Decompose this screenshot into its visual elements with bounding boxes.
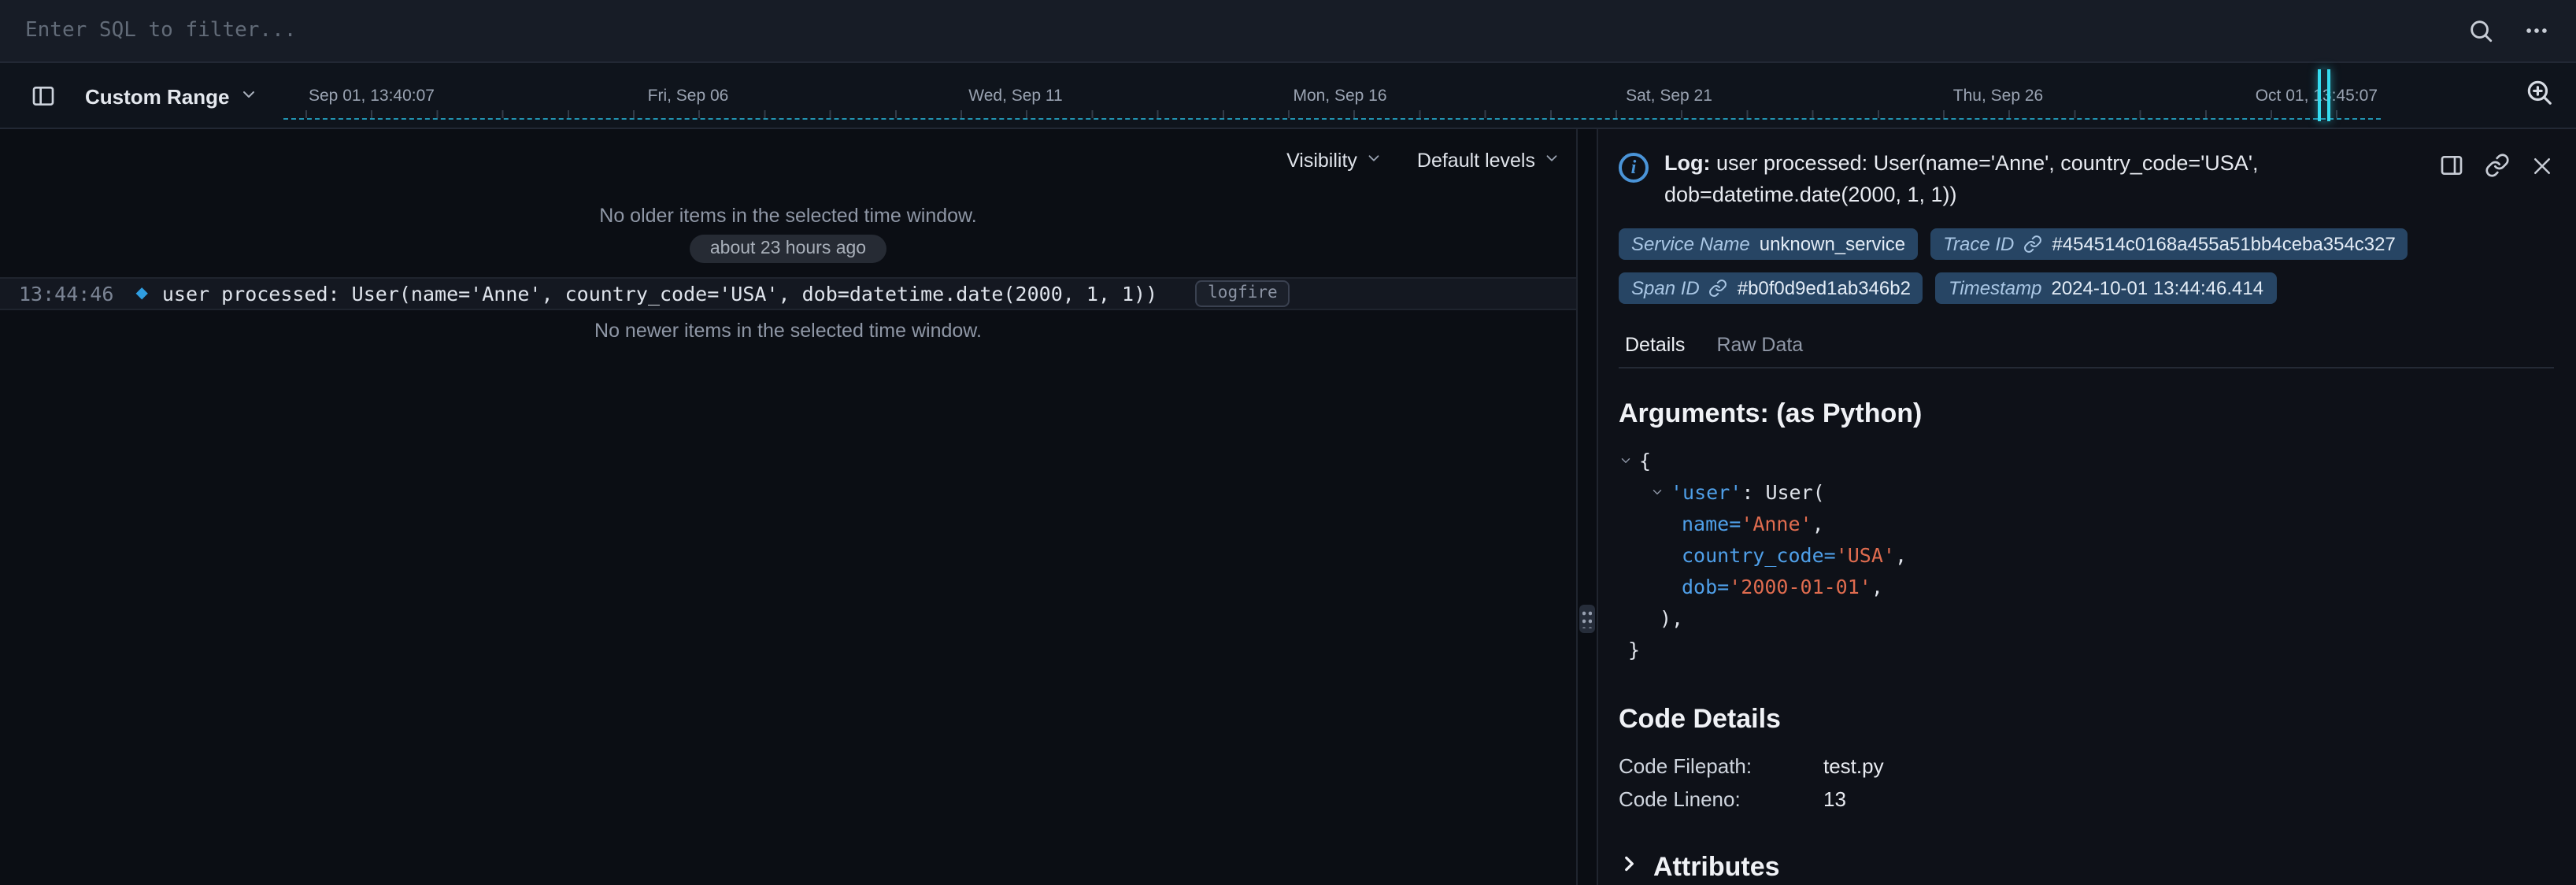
timeline-bar: Custom Range Sep 01, 13:40:07 Fri, Sep 0… (0, 63, 2576, 129)
code-line: 'user': User( (1650, 476, 2554, 507)
app-root: Custom Range Sep 01, 13:40:07 Fri, Sep 0… (0, 0, 2576, 885)
code-lineno-row: Code Lineno: 13 (1619, 783, 2554, 816)
default-levels-dropdown[interactable]: Default levels (1417, 150, 1560, 172)
collapse-caret-icon[interactable] (1650, 484, 1664, 498)
link-icon (2023, 235, 2042, 254)
detail-title-text: user processed: User(name='Anne', countr… (1664, 151, 2259, 206)
close-icon[interactable] (2530, 153, 2554, 178)
timeline-label-end: Oct 01, 13:45:07 (2256, 87, 2378, 106)
main-content: Visibility Default levels No older items… (0, 129, 2576, 885)
visibility-label: Visibility (1286, 150, 1357, 172)
time-range-label: Custom Range (85, 84, 229, 108)
visibility-dropdown[interactable]: Visibility (1286, 150, 1382, 172)
timeline-selection-brush[interactable] (2318, 69, 2330, 121)
collapse-caret-icon[interactable] (1619, 453, 1633, 467)
trace-id-label: Trace ID (1943, 233, 2014, 255)
metadata-badges: Service Name unknown_service Trace ID #4… (1619, 228, 2469, 304)
attributes-section-toggle[interactable]: Attributes (1619, 852, 2554, 883)
service-name-label: Service Name (1631, 233, 1750, 255)
arguments-code-tree: { 'user': User( name='Anne', country_cod… (1619, 444, 2554, 665)
timeline-label: Sat, Sep 21 (1626, 87, 1712, 106)
arguments-heading: Arguments: (as Python) (1619, 398, 2554, 430)
timeline-label-start: Sep 01, 13:40:07 (309, 87, 435, 106)
service-name-badge: Service Name unknown_service (1619, 228, 1918, 260)
timeline-label: Wed, Sep 11 (968, 87, 1062, 106)
code-lineno-label: Code Lineno: (1619, 787, 1823, 811)
log-list-panel: Visibility Default levels No older items… (0, 129, 1578, 885)
more-options-icon[interactable] (2522, 17, 2551, 44)
timeline-label: Fri, Sep 06 (648, 87, 729, 106)
timestamp-value: 2024-10-01 13:44:46.414 (2051, 277, 2263, 299)
chevron-down-icon (1543, 150, 1560, 172)
log-scope-tag[interactable]: logfire (1195, 280, 1290, 307)
chevron-down-icon (1365, 150, 1382, 172)
code-line: country_code='USA', (1682, 539, 2554, 570)
info-icon: i (1619, 153, 1649, 183)
relative-time-badge: about 23 hours ago (690, 235, 886, 263)
code-lineno-value: 13 (1823, 787, 1846, 811)
span-id-value: #b0f0d9ed1ab346b2 (1738, 277, 1911, 299)
time-range-selector[interactable]: Custom Range (85, 84, 257, 108)
chevron-down-icon (239, 84, 257, 108)
code-line: ), (1660, 602, 2554, 633)
code-filepath-value: test.py (1823, 754, 1884, 778)
detail-title: Log: user processed: User(name='Anne', c… (1664, 148, 2345, 209)
chevron-right-icon (1619, 854, 1639, 882)
panel-resize-divider[interactable] (1578, 129, 1597, 885)
code-filepath-label: Code Filepath: (1619, 754, 1823, 778)
trace-id-value: #454514c0168a455a51bb4ceba354c327 (2052, 233, 2395, 255)
default-levels-label: Default levels (1417, 150, 1535, 172)
trace-id-badge[interactable]: Trace ID #454514c0168a455a51bb4ceba354c3… (1930, 228, 2408, 260)
timeline-track[interactable]: Sep 01, 13:40:07 Fri, Sep 06 Wed, Sep 11… (283, 63, 2381, 129)
drag-handle-icon[interactable] (1579, 605, 1595, 633)
span-id-badge[interactable]: Span ID #b0f0d9ed1ab346b2 (1619, 272, 1923, 304)
sql-filter-input[interactable] (25, 19, 2467, 43)
zoom-in-icon[interactable] (2524, 77, 2554, 107)
sidebar-toggle-icon[interactable] (22, 76, 63, 117)
copy-link-icon[interactable] (2485, 153, 2510, 178)
detail-title-prefix: Log: (1664, 151, 1711, 175)
link-icon (1709, 279, 1728, 298)
detail-tabs: Details Raw Data (1619, 324, 2554, 368)
code-line: name='Anne', (1682, 507, 2554, 539)
no-newer-items-message: No newer items in the selected time wind… (0, 320, 1576, 342)
code-line: } (1628, 633, 2554, 665)
service-name-value: unknown_service (1760, 233, 1905, 255)
tab-raw-data[interactable]: Raw Data (1710, 324, 1822, 367)
log-timestamp: 13:44:46 (19, 282, 113, 305)
no-older-items-message: No older items in the selected time wind… (0, 205, 1576, 227)
timeline-ticks (305, 110, 2378, 118)
search-icon[interactable] (2467, 17, 2494, 44)
sql-filter-bar (0, 0, 2576, 63)
log-row[interactable]: 13:44:46 ◆ user processed: User(name='An… (0, 277, 1576, 310)
timeline-baseline (283, 118, 2381, 120)
log-message: user processed: User(name='Anne', countr… (162, 282, 1157, 305)
attributes-heading: Attributes (1653, 852, 1780, 883)
span-id-label: Span ID (1631, 277, 1700, 299)
timestamp-label: Timestamp (1949, 277, 2042, 299)
code-filepath-row: Code Filepath: test.py (1619, 750, 2554, 783)
code-line: dob='2000-01-01', (1682, 570, 2554, 602)
code-line: { (1619, 444, 2554, 476)
log-detail-panel: i Log: user processed: User(name='Anne',… (1597, 129, 2576, 885)
timestamp-badge: Timestamp 2024-10-01 13:44:46.414 (1936, 272, 2276, 304)
open-in-panel-icon[interactable] (2439, 153, 2464, 178)
timeline-label: Mon, Sep 16 (1293, 87, 1386, 106)
timeline-label: Thu, Sep 26 (1953, 87, 2043, 106)
tab-details[interactable]: Details (1619, 324, 1710, 367)
log-level-diamond-icon: ◆ (135, 285, 147, 302)
code-details-heading: Code Details (1619, 704, 2554, 735)
